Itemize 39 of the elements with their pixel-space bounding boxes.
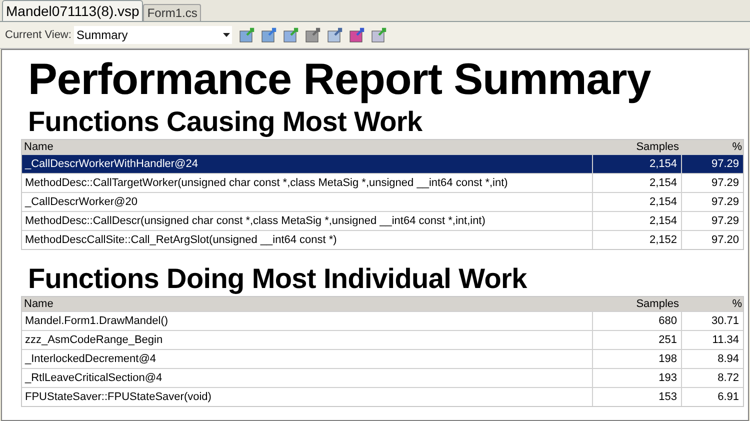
table-row[interactable]: zzz_AsmCodeRange_Begin 251 11.34 [22,330,743,349]
view-dropdown[interactable]: Summary [74,26,232,44]
table-cell-text: _CallDescrWorker@20 [24,194,138,210]
table-row[interactable]: Mandel.Form1.DrawMandel() 680 30.71 [22,311,743,330]
table-cell-text: MethodDesc::CallDescr(unsigned char const *,class MetaSig *,unsigned __int64 const *,int,int) [24,214,486,229]
table-cell-text: _InterlockedDecrement@4 [24,352,158,367]
caret-icon [223,33,230,37]
table-row[interactable]: MethodDescCallSite::Call_RetArgSlot(unsigned __int64 const *) 2,152 97.20 [22,230,743,249]
table-cell-text: _RtlLeaveCriticalSection@4 [24,370,164,386]
section-heading: Functions Doing Most Individual Work [27,262,528,296]
table-cell: 97.20 [681,231,743,249]
tab[interactable]: Mandel071113(8).vsp [2,0,144,21]
column-header[interactable]: % [681,142,743,152]
column-header[interactable]: % [681,298,743,310]
table-cell-text: MethodDesc::CallTargetWorker(unsigned char const *,class MetaSig *,unsigned __int64 const *,int) [24,176,509,191]
table-row[interactable]: MethodDesc::CallTargetWorker(unsigned char const *,class MetaSig *,unsigned __int64 const *,int) 2,154 97.29 [22,173,743,192]
table-row[interactable]: _RtlLeaveCriticalSection@4 193 8.72 [22,368,743,387]
table-row[interactable]: _CallDescrWorkerWithHandler@24 2,154 97.29 [22,154,743,173]
table-cell-text: Mandel.Form1.DrawMandel() [24,314,170,329]
table-cell-text: FPUStateSaver::FPUStateSaver(void) [24,390,212,405]
current-view-label: Current View: [5,28,72,43]
table-row[interactable]: _InterlockedDecrement@4 198 8.94 [22,349,743,368]
table-cell: 153 [592,388,681,406]
table-row[interactable]: FPUStateSaver::FPUStateSaver(void) 153 6.91 [22,387,743,406]
column-header[interactable]: Samples [592,298,681,310]
export-icon[interactable] [238,26,256,44]
table-row[interactable]: MethodDesc::CallDescr(unsigned char const *,class MetaSig *,unsigned __int64 const *,int,int) 2,154 97.29 [22,211,743,230]
table-cell-text: MethodDescCallSite::Call_RetArgSlot(unsigned __int64 const *) [24,232,338,248]
table-cell: 2,152 [592,231,681,249]
table-cell-text: _CallDescrWorkerWithHandler@24 [24,156,199,172]
column-header[interactable]: Name [22,142,592,152]
table-cell-text: zzz_AsmCodeRange_Begin [24,332,164,348]
column-header[interactable]: Samples [592,142,681,152]
report-title: Performance Report Summary [27,54,652,106]
tab[interactable]: Form1.cs [143,4,202,21]
section-heading: Functions Causing Most Work [27,108,424,139]
table-row[interactable]: _CallDescrWorker@20 2,154 97.29 [22,192,743,211]
table-cell: 6.91 [681,388,743,406]
column-header[interactable]: Name [22,298,592,310]
